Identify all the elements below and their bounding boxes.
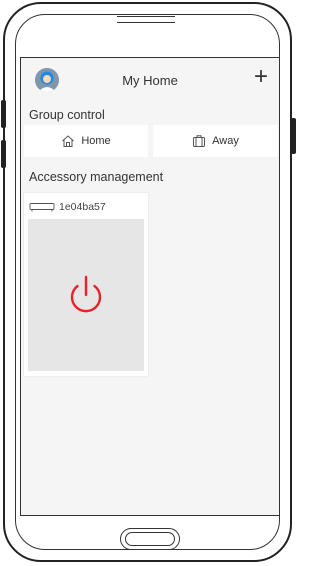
- power-icon[interactable]: [66, 273, 106, 317]
- device-card-header: 1e04ba57: [29, 201, 106, 213]
- home-icon: [62, 135, 75, 147]
- speaker-grille: [117, 16, 175, 23]
- power-side-button: [291, 118, 296, 154]
- add-button[interactable]: +: [249, 65, 273, 90]
- device-name: 1e04ba57: [59, 201, 106, 213]
- home-hardware-button[interactable]: [120, 528, 180, 550]
- home-mode-label: Home: [81, 135, 111, 147]
- volume-button-2: [1, 140, 6, 168]
- page-title: My Home: [122, 73, 178, 88]
- volume-button: [1, 100, 6, 128]
- away-mode-button[interactable]: Away: [153, 125, 278, 157]
- home-mode-button[interactable]: Home: [24, 125, 148, 157]
- device-icon: [29, 203, 55, 212]
- device-card[interactable]: 1e04ba57: [24, 193, 148, 376]
- accessory-management-label: Accessory management: [29, 170, 164, 184]
- group-control-label: Group control: [29, 108, 105, 122]
- device-power-tile[interactable]: [28, 219, 144, 371]
- app-header: My Home +: [21, 58, 279, 102]
- suitcase-icon: [193, 135, 206, 147]
- home-hardware-button-inner: [125, 532, 175, 546]
- away-mode-label: Away: [212, 135, 239, 147]
- app-screen: My Home + Group control Home Away Access…: [20, 57, 280, 516]
